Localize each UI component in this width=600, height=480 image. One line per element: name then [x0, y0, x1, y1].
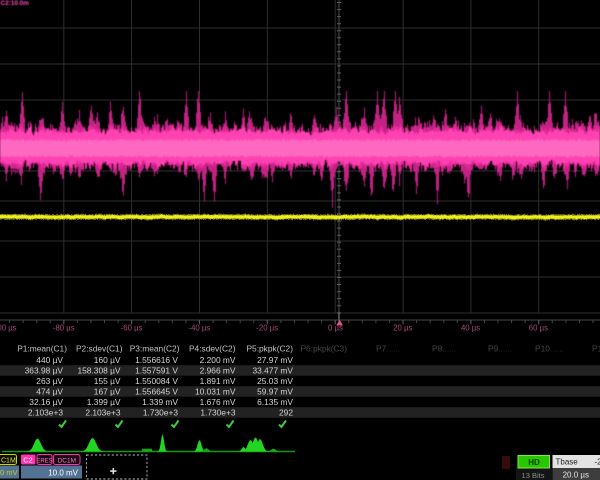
svg-text:25.03 mV: 25.03 mV: [257, 376, 293, 386]
svg-text:167 µV: 167 µV: [94, 387, 121, 397]
svg-text:P5:pkpk(C2): P5:pkpk(C2): [246, 344, 293, 354]
svg-text:P1:mean(C1): P1:mean(C1): [17, 344, 67, 354]
svg-text:2.103e+3: 2.103e+3: [28, 408, 64, 418]
svg-text:59.97 mV: 59.97 mV: [257, 387, 293, 397]
svg-text:474 µV: 474 µV: [36, 387, 63, 397]
svg-text:10.031 mV: 10.031 mV: [195, 387, 236, 397]
svg-text:P9......: P9......: [488, 344, 512, 354]
svg-text:0 mV: 0 mV: [0, 468, 18, 477]
svg-text:1.556616 V: 1.556616 V: [135, 355, 178, 365]
svg-text:1.557591 V: 1.557591 V: [135, 366, 178, 376]
svg-text:-20 µs: -20 µs: [256, 324, 278, 333]
svg-text:440 µV: 440 µV: [36, 355, 63, 365]
svg-text:P7......: P7......: [376, 344, 400, 354]
svg-text:20.0 µs: 20.0 µs: [563, 470, 589, 479]
svg-text:40 µs: 40 µs: [461, 324, 480, 333]
svg-text:6.135 mV: 6.135 mV: [257, 397, 293, 407]
svg-text:263 µV: 263 µV: [36, 376, 63, 386]
svg-text:1.550084 V: 1.550084 V: [135, 376, 178, 386]
svg-text:160 µV: 160 µV: [94, 355, 121, 365]
svg-text:P2:sdev(C1): P2:sdev(C1): [76, 344, 123, 354]
svg-text:C1M: C1M: [1, 458, 16, 465]
svg-text:2.966 mV: 2.966 mV: [200, 366, 236, 376]
svg-text:C2:10.0m: C2:10.0m: [1, 0, 30, 7]
svg-text:1.730e+3: 1.730e+3: [143, 408, 179, 418]
svg-text:13 Bits: 13 Bits: [522, 471, 545, 480]
svg-text:-20: -20: [594, 458, 600, 467]
svg-text:-40 µs: -40 µs: [188, 324, 210, 333]
svg-text:P1......: P1......: [592, 344, 600, 354]
svg-text:P6:pkpk(C3): P6:pkpk(C3): [300, 344, 347, 354]
svg-text:33.477 mV: 33.477 mV: [252, 366, 293, 376]
svg-text:1.339 mV: 1.339 mV: [142, 397, 178, 407]
svg-text:292: 292: [279, 408, 293, 418]
svg-text:C2: C2: [23, 456, 33, 465]
svg-text:P3:mean(C2): P3:mean(C2): [130, 344, 180, 354]
svg-text:1.556645 V: 1.556645 V: [135, 387, 178, 397]
svg-text:60 µs: 60 µs: [529, 324, 548, 333]
svg-text:27.97 mV: 27.97 mV: [257, 355, 293, 365]
svg-text:2.200 mV: 2.200 mV: [200, 355, 236, 365]
svg-text:HD: HD: [528, 458, 540, 467]
svg-text:158.308 µV: 158.308 µV: [77, 366, 120, 376]
svg-text:1.730e+3: 1.730e+3: [200, 408, 236, 418]
svg-text:1.891 mV: 1.891 mV: [200, 376, 236, 386]
svg-text:DC1M: DC1M: [58, 458, 76, 465]
svg-text:-80 µs: -80 µs: [53, 324, 75, 333]
svg-text:10.0 mV: 10.0 mV: [48, 468, 78, 477]
svg-text:2.103e+3: 2.103e+3: [85, 408, 121, 418]
svg-text:-60 µs: -60 µs: [121, 324, 143, 333]
svg-text:0 µs: 0 µs: [328, 324, 343, 333]
svg-text:32.16 µV: 32.16 µV: [29, 397, 63, 407]
svg-text:155 µV: 155 µV: [94, 376, 121, 386]
svg-text:ERES: ERES: [36, 458, 52, 464]
svg-text:P10......: P10......: [535, 344, 564, 354]
svg-text:P8......: P8......: [432, 344, 456, 354]
svg-text:363.98 µV: 363.98 µV: [25, 366, 64, 376]
svg-text:Tbase: Tbase: [556, 458, 579, 467]
svg-text:1.399 µV: 1.399 µV: [87, 397, 121, 407]
svg-text:1.676 mV: 1.676 mV: [200, 397, 236, 407]
svg-text:20 µs: 20 µs: [393, 324, 412, 333]
svg-text:-100 µs: -100 µs: [0, 324, 17, 333]
svg-text:P4:sdev(C2): P4:sdev(C2): [189, 344, 236, 354]
